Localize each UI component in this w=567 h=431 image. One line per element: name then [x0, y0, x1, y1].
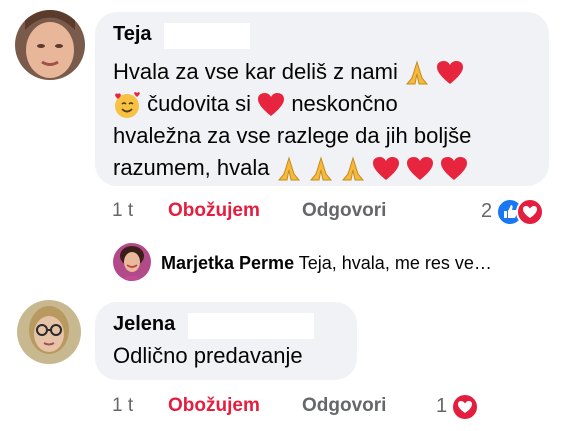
reply-button[interactable]: Odgovori — [302, 395, 386, 417]
avatar-teja[interactable] — [15, 10, 85, 80]
reaction-count[interactable]: 1 — [436, 395, 447, 418]
red-heart-emoji-icon — [373, 157, 399, 181]
folded-hands-emoji-icon — [309, 156, 332, 181]
reply-button[interactable]: Odgovori — [302, 200, 386, 222]
folded-hands-emoji-icon — [405, 60, 429, 85]
redacted-surname — [164, 22, 250, 49]
comment-line-text: neskončno — [291, 91, 398, 116]
comment-timestamp[interactable]: 1 t — [112, 200, 133, 222]
folded-hands-emoji-icon — [277, 156, 300, 181]
avatar-teja-image — [15, 10, 85, 80]
red-heart-emoji-icon — [407, 157, 434, 181]
reply-text: Teja, hvala, me res ve… — [298, 253, 492, 273]
comment-line-1: Hvala za vse kar deliš z nami — [113, 56, 471, 88]
redacted-surname — [187, 312, 314, 339]
comment-line-text: razumem, hvala — [113, 155, 276, 180]
avatar-jelena[interactable] — [17, 300, 81, 364]
love-reaction-icon — [516, 198, 544, 226]
comment-text: Hvala za vse kar deliš z nami čudovita s… — [113, 56, 471, 184]
avatar-jelena-image — [17, 300, 81, 364]
smiling-face-with-hearts-emoji-icon — [115, 92, 140, 119]
red-heart-emoji-icon — [437, 61, 464, 85]
red-heart-emoji-icon — [441, 157, 468, 181]
comment-author[interactable]: Jelena — [113, 312, 175, 336]
comment-actions-jelena: 1 t Obožujem Odgovori — [112, 395, 552, 421]
reply-author[interactable]: Marjetka Perme — [161, 253, 294, 273]
comment-author[interactable]: Teja — [113, 22, 152, 46]
folded-hands-emoji-icon — [341, 156, 364, 181]
red-heart-emoji-icon — [258, 93, 285, 117]
avatar-marjetka-image — [113, 243, 151, 281]
comment-line-text: Hvala za vse kar deliš z nami — [113, 59, 404, 84]
avatar-marjetka[interactable] — [113, 243, 151, 281]
reaction-count[interactable]: 2 — [481, 200, 492, 223]
reply-preview[interactable]: Marjetka Perme Teja, hvala, me res ve… — [161, 253, 492, 274]
comment-line-text: čudovita si — [147, 91, 258, 116]
comment-timestamp[interactable]: 1 t — [112, 395, 133, 417]
comment-line-4: razumem, hvala — [113, 152, 471, 184]
love-reaction-icon — [451, 393, 479, 421]
comment-bubble-teja: Teja Hvala za vse kar deliš z nami čudov… — [95, 12, 549, 186]
reaction-icons[interactable] — [496, 198, 552, 226]
comment-text: Odlično predavanje — [113, 343, 303, 368]
love-reaction-button[interactable]: Obožujem — [168, 395, 260, 417]
comment-bubble-jelena: Jelena Odlično predavanje — [95, 302, 357, 380]
comment-line-2: čudovita si neskončno — [113, 88, 471, 120]
comment-line-3: hvaležna za vse razlege da jih boljše — [113, 123, 472, 148]
love-reaction-button[interactable]: Obožujem — [168, 200, 260, 222]
reaction-icons[interactable] — [451, 393, 481, 421]
